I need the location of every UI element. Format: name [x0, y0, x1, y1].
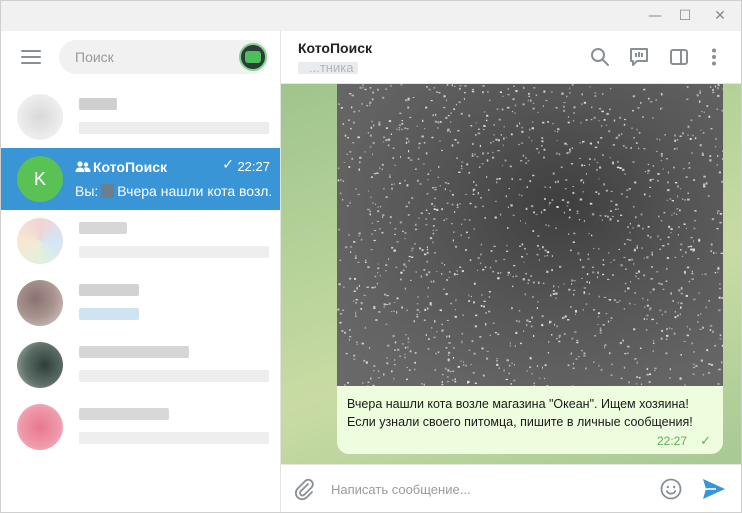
chat-sidebar: K КотоПоиск ✓ 22:27 Вы: Вчера нашли кота … [1, 31, 281, 512]
message-photo[interactable] [337, 84, 723, 386]
read-check-icon: ✓ [700, 434, 711, 449]
chat-header: КотоПоиск ...тника [281, 31, 741, 84]
chat-list: K КотоПоиск ✓ 22:27 Вы: Вчера нашли кота … [1, 86, 280, 458]
blurred-avatar [17, 280, 63, 326]
blurred-avatar [17, 94, 63, 140]
blurred-name [79, 408, 169, 420]
blurred-name [79, 222, 127, 234]
paperclip-icon[interactable] [293, 477, 315, 501]
title-bar: — ☐ ✕ [1, 1, 741, 31]
blurred-avatar [17, 404, 63, 450]
minimize-button[interactable]: — [647, 8, 663, 24]
chat-list-item-blurred[interactable] [1, 396, 280, 458]
telegram-window: — ☐ ✕ K КотоПоиск ✓ 22:27 [0, 0, 742, 513]
emoji-icon[interactable] [659, 477, 683, 501]
chat-list-item-kotopoisk[interactable]: K КотоПоиск ✓ 22:27 Вы: Вчера нашли кота … [1, 148, 280, 210]
chat-title[interactable]: КотоПоиск [298, 40, 372, 56]
chat-list-item-blurred[interactable] [1, 272, 280, 334]
message-text: Вчера нашли кота возле магазина "Океан".… [347, 397, 693, 429]
preview-prefix: Вы: [75, 183, 99, 199]
send-icon[interactable] [701, 477, 727, 501]
blurred-preview [79, 122, 269, 134]
read-check-icon: ✓ [222, 157, 234, 173]
blurred-name [79, 346, 189, 358]
message-bubble[interactable]: Вчера нашли кота возле магазина "Океан".… [337, 386, 723, 454]
blurred-preview [79, 370, 269, 382]
more-vertical-icon[interactable] [703, 46, 725, 68]
chat-preview: Вы: Вчера нашли кота возл... [75, 183, 271, 199]
blurred-preview [79, 432, 269, 444]
hamburger-menu-icon[interactable] [21, 49, 43, 65]
preview-text: Вчера нашли кота возл... [117, 183, 271, 199]
close-button[interactable]: ✕ [712, 8, 728, 24]
blurred-preview [79, 308, 139, 320]
chat-list-item-blurred[interactable] [1, 86, 280, 148]
photo-thumbnail-icon [101, 184, 115, 198]
blurred-preview [79, 246, 269, 258]
message-time: 22:27 [656, 434, 687, 448]
comments-icon[interactable] [628, 46, 650, 68]
chat-main: КотоПоиск ...тника Вчера нашли кота возл… [281, 31, 741, 512]
search-icon[interactable] [589, 46, 611, 68]
blurred-avatar [17, 342, 63, 388]
chat-list-item-blurred[interactable] [1, 210, 280, 272]
photo-noise-pattern [337, 84, 723, 386]
blurred-name [79, 98, 117, 110]
chat-time: 22:27 [237, 159, 270, 174]
message-input[interactable] [331, 475, 651, 503]
blurred-avatar [17, 218, 63, 264]
chat-list-item-blurred[interactable] [1, 334, 280, 396]
search-input[interactable] [59, 40, 269, 74]
maximize-button[interactable]: ☐ [677, 8, 693, 24]
story-avatar-icon[interactable] [239, 43, 267, 71]
chat-subtitle: ...тника [309, 60, 354, 75]
sidebar-panel-icon[interactable] [668, 46, 690, 68]
chat-name: КотоПоиск [93, 159, 167, 175]
blurred-name [79, 284, 139, 296]
message-composer [281, 464, 741, 512]
group-icon [75, 160, 91, 174]
chat-background: Вчера нашли кота возле магазина "Океан".… [281, 84, 741, 464]
avatar: K [17, 156, 63, 202]
